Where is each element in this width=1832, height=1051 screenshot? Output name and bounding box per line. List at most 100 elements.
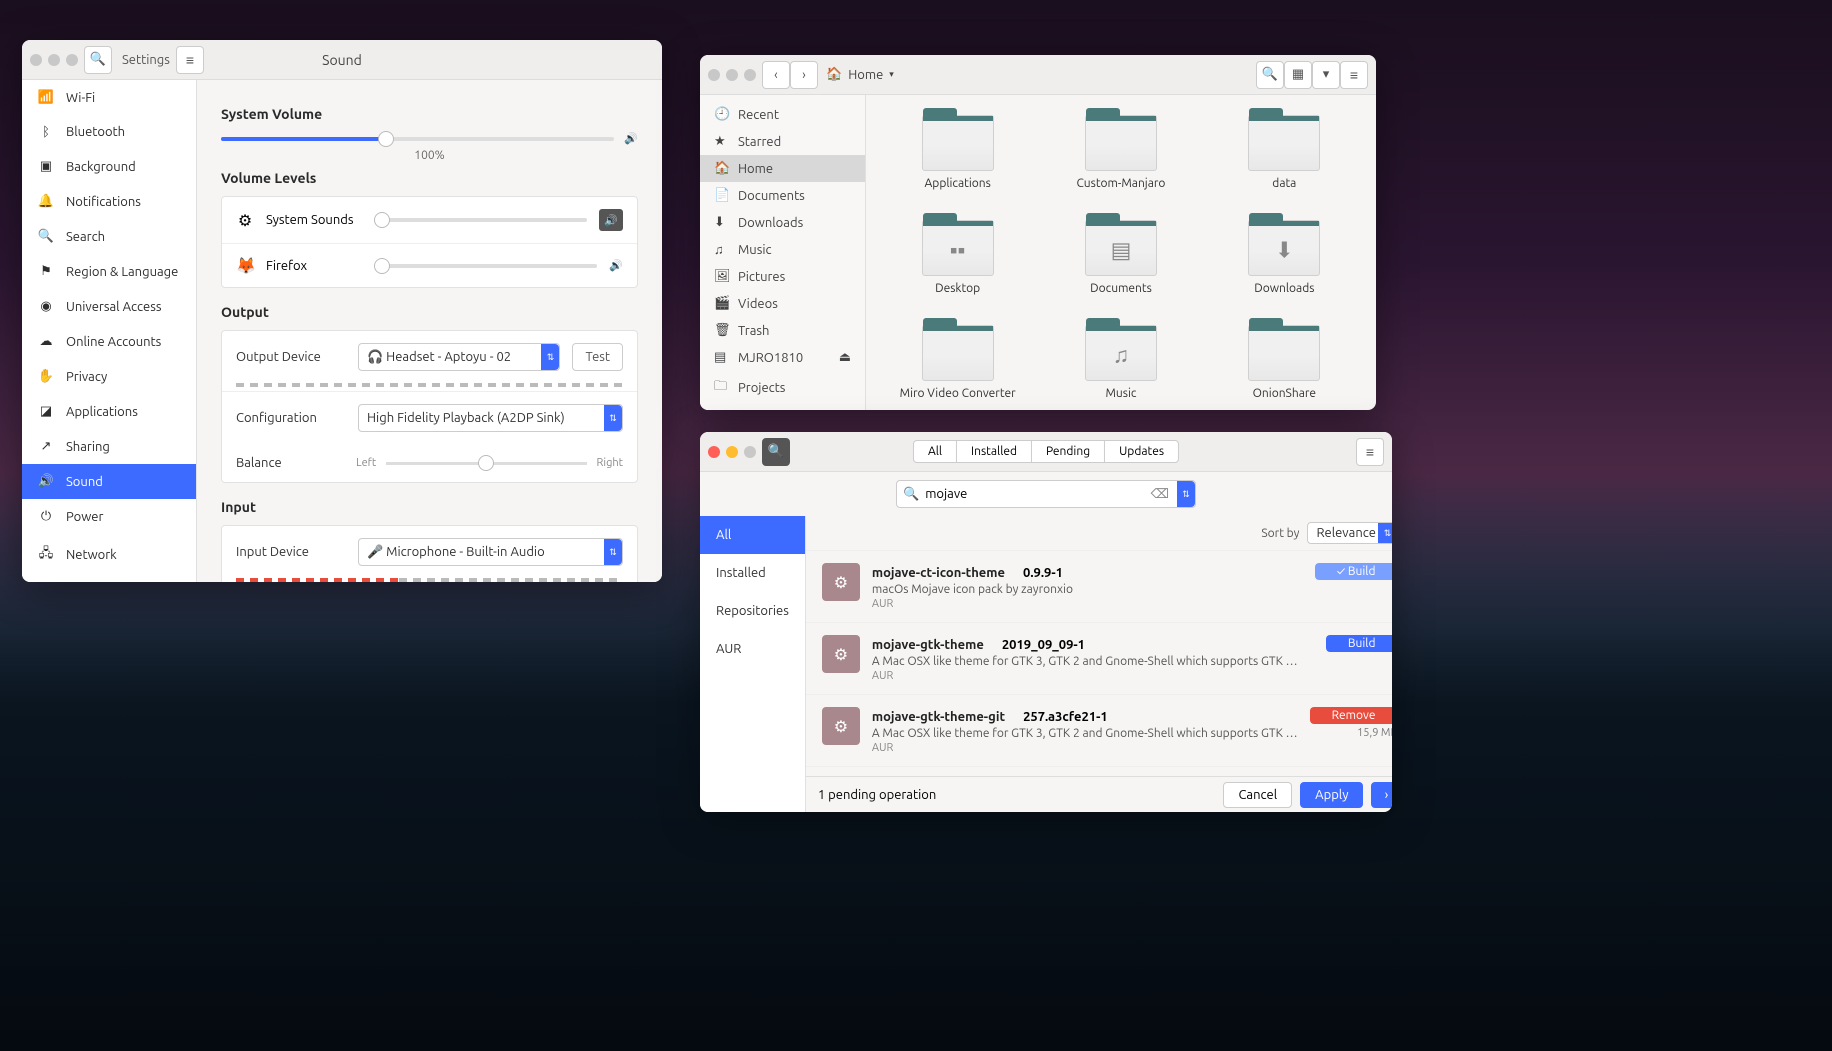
files-sidebar-sync[interactable]: 🗀Sync: [700, 405, 865, 410]
folder-data[interactable]: data: [1223, 115, 1346, 190]
balance-slider[interactable]: [386, 462, 586, 465]
files-sidebar-pictures[interactable]: 🖼Pictures: [700, 263, 865, 290]
folder-custom-manjaro[interactable]: Custom-Manjaro: [1059, 115, 1182, 190]
folder-desktop[interactable]: ▪▪Desktop: [896, 220, 1019, 295]
sidebar-item-online-accounts[interactable]: ☁Online Accounts: [22, 324, 196, 359]
sidebar-item-privacy[interactable]: ✋Privacy: [22, 359, 196, 394]
search-button[interactable]: 🔍: [84, 46, 112, 74]
minimize-button[interactable]: [726, 446, 738, 458]
status-bar: 1 pending operation Cancel Apply ›: [806, 776, 1392, 812]
next-button[interactable]: ›: [1371, 782, 1392, 808]
hamburger-button[interactable]: ≡: [176, 46, 204, 74]
sidebar-item-region-language[interactable]: ⚑Region & Language: [22, 254, 196, 289]
files-sidebar-music[interactable]: ♫Music: [700, 236, 865, 263]
volume-app-row: ⚙ System Sounds 🔊: [222, 197, 637, 243]
package-row[interactable]: ⚙ dynamic-wallpaper-mojave-gnome-timed-g…: [806, 767, 1392, 776]
sidebar-item-background[interactable]: ▣Background: [22, 149, 196, 184]
sort-select[interactable]: Relevance ⇅: [1307, 522, 1392, 544]
folder-label: Music: [1106, 387, 1137, 400]
cancel-button[interactable]: Cancel: [1223, 782, 1292, 808]
system-volume-slider[interactable]: [221, 137, 614, 141]
folder-icon: ⬇: [1248, 220, 1320, 276]
app-volume-slider[interactable]: [378, 218, 587, 222]
close-button[interactable]: [708, 446, 720, 458]
app-volume-slider[interactable]: [378, 264, 597, 268]
configuration-select[interactable]: High Fidelity Playback (A2DP Sink) ⇅: [358, 404, 623, 432]
forward-button[interactable]: ›: [790, 61, 818, 89]
sidebar-label: Documents: [738, 189, 805, 203]
input-device-select[interactable]: 🎤 Microphone - Built-in Audio ⇅: [358, 538, 623, 566]
output-device-select[interactable]: 🎧 Headset - Aptoyu - 02 ⇅: [358, 343, 560, 371]
folder-music[interactable]: ♫Music: [1059, 325, 1182, 400]
sidebar-item-wi-fi[interactable]: 📶Wi-Fi: [22, 80, 196, 115]
breadcrumb-home: Home: [848, 68, 883, 82]
folder-onionshare[interactable]: OnionShare: [1223, 325, 1346, 400]
tab-pending[interactable]: Pending: [1031, 441, 1104, 462]
files-sidebar-trash[interactable]: 🗑Trash: [700, 317, 865, 344]
package-row[interactable]: ⚙ mojave-gtk-theme-git257.a3cfe21-1 A Ma…: [806, 695, 1392, 767]
files-sidebar-recent[interactable]: 🕘Recent: [700, 101, 865, 128]
mute-button[interactable]: 🔊: [599, 209, 623, 231]
maximize-button[interactable]: [744, 69, 756, 81]
sidebar-item-search[interactable]: 🔍Search: [22, 219, 196, 254]
close-button[interactable]: [708, 69, 720, 81]
tab-all[interactable]: All: [914, 441, 956, 462]
view-options-button[interactable]: ▾: [1312, 61, 1340, 89]
sidebar-item-power[interactable]: ⏻Power: [22, 499, 196, 534]
sidebar-item-network[interactable]: 🖧Network: [22, 534, 196, 576]
package-action-button[interactable]: ✓ Build: [1315, 563, 1392, 580]
files-sidebar-mjro1810[interactable]: ▤MJRO1810⏏: [700, 344, 865, 371]
back-button[interactable]: ‹: [762, 61, 790, 89]
hamburger-button[interactable]: ≡: [1356, 438, 1384, 466]
sidebar-label: Power: [66, 510, 103, 524]
folder-label: Downloads: [1254, 282, 1314, 295]
search-button[interactable]: 🔍: [1256, 61, 1284, 89]
sidebar-item-sound[interactable]: 🔊Sound: [22, 464, 196, 499]
package-source: AUR: [872, 742, 1298, 754]
sidebar-label: Region & Language: [66, 265, 178, 279]
hamburger-button[interactable]: ≡: [1340, 61, 1368, 89]
maximize-button[interactable]: [66, 54, 78, 66]
folder-downloads[interactable]: ⬇ Downloads: [1223, 220, 1346, 295]
sidebar-item-bluetooth[interactable]: ᛒBluetooth: [22, 115, 196, 149]
sidebar-item-applications[interactable]: ◪Applications: [22, 394, 196, 429]
sidebar-item-sharing[interactable]: ↗Sharing: [22, 429, 196, 464]
package-action-button[interactable]: Build: [1326, 635, 1392, 652]
minimize-button[interactable]: [726, 69, 738, 81]
eject-icon[interactable]: ⏏: [839, 350, 851, 365]
files-sidebar-starred[interactable]: ★Starred: [700, 128, 865, 155]
tab-updates[interactable]: Updates: [1104, 441, 1178, 462]
minimize-button[interactable]: [48, 54, 60, 66]
settings-sidebar: 📶Wi-FiᛒBluetooth▣Background🔔Notification…: [22, 80, 197, 582]
clear-icon[interactable]: ⌫: [1151, 487, 1169, 502]
sidebar-item-universal-access[interactable]: ◉Universal Access: [22, 289, 196, 324]
pamac-filter-repositories[interactable]: Repositories: [700, 592, 805, 630]
files-sidebar-home[interactable]: 🏠Home: [700, 155, 865, 182]
package-action-button[interactable]: Remove: [1310, 707, 1392, 724]
apply-button[interactable]: Apply: [1300, 782, 1363, 808]
pamac-filter-aur[interactable]: AUR: [700, 630, 805, 668]
package-row[interactable]: ⚙ mojave-gtk-theme2019_09_09-1 A Mac OSX…: [806, 623, 1392, 695]
folder-documents[interactable]: ▤Documents: [1059, 220, 1182, 295]
tab-installed[interactable]: Installed: [956, 441, 1031, 462]
search-input[interactable]: 🔍 mojave ⌫ ⇅: [896, 480, 1196, 508]
maximize-button[interactable]: [744, 446, 756, 458]
sidebar-item-notifications[interactable]: 🔔Notifications: [22, 184, 196, 219]
folder-applications[interactable]: Applications: [896, 115, 1019, 190]
view-toggle-button[interactable]: ▦: [1284, 61, 1312, 89]
pamac-filter-all[interactable]: All: [700, 516, 805, 554]
close-button[interactable]: [30, 54, 42, 66]
test-button[interactable]: Test: [572, 343, 623, 371]
package-row[interactable]: ⚙ mojave-ct-icon-theme0.9.9-1 macOs Moja…: [806, 551, 1392, 623]
search-button[interactable]: 🔍: [762, 438, 790, 466]
sort-value: Relevance: [1316, 526, 1375, 540]
files-sidebar-projects[interactable]: 🗀Projects: [700, 371, 865, 405]
files-sidebar-videos[interactable]: 🎬Videos: [700, 290, 865, 317]
package-version: 257.a3cfe21-1: [1023, 710, 1108, 724]
files-titlebar: ‹ › 🏠 Home ▾ 🔍 ▦ ▾ ≡: [700, 55, 1376, 95]
pamac-filter-installed[interactable]: Installed: [700, 554, 805, 592]
files-sidebar-downloads[interactable]: ⬇Downloads: [700, 209, 865, 236]
folder-miro-video-converter[interactable]: Miro Video Converter: [896, 325, 1019, 400]
files-sidebar-documents[interactable]: 📄Documents: [700, 182, 865, 209]
breadcrumb[interactable]: 🏠 Home ▾: [826, 67, 894, 82]
